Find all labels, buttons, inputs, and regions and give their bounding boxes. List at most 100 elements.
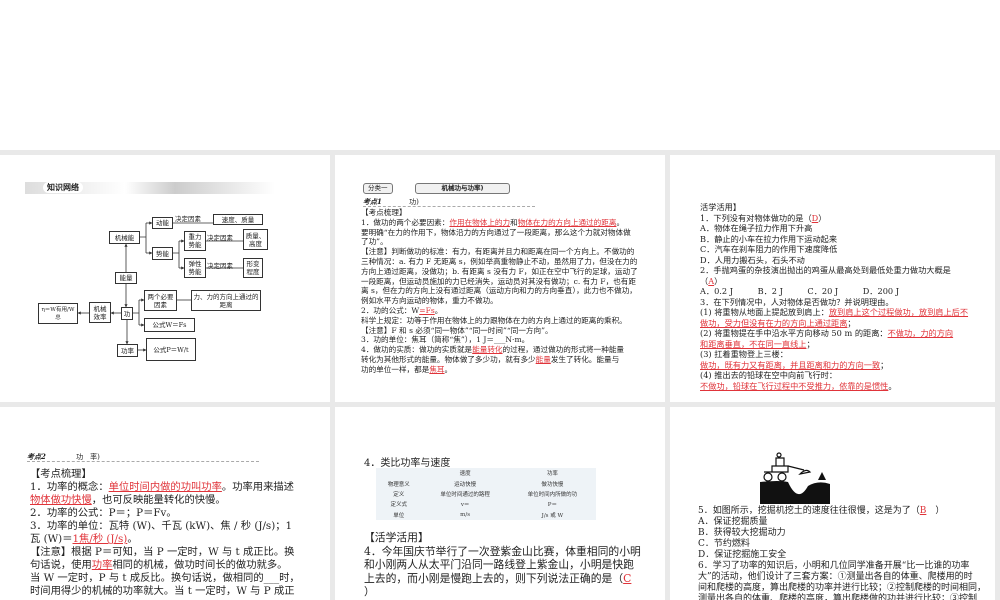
text-line: 1．下列没有对物体做功的是（D） xyxy=(700,213,968,224)
node-deformation: 形变程度 xyxy=(243,258,263,278)
text-segment: 一段距离，但运动员施加的力已经消失，运动员对其没有做功；c. 有力 F，也有距 xyxy=(361,276,636,286)
topic-heading: 考点2 功 率) xyxy=(27,452,259,462)
topic-number: 考点2 xyxy=(27,452,46,461)
table-cell: 速度 xyxy=(459,471,471,478)
answer-text: 做功，既有力又有距离，并且距离和力的方向一致 xyxy=(700,359,881,370)
text-line: 要明确“在力的作用下，物体沿力的方向通过了一段距离，那么这个力就对物体做 xyxy=(361,228,638,238)
text-line: 【考点梳理】 xyxy=(30,468,300,481)
text-segment: 3．在下列情况中，人对物体是否做功？并说明理由。 xyxy=(700,296,894,307)
text-segment: ） xyxy=(818,212,827,223)
text-line: A．物体在绳子拉力作用下升高 xyxy=(700,223,968,234)
text-segment: 6．学习了功率的知识后，小明和几位同学准备开展“比一比谁的功率 xyxy=(698,561,970,571)
answer-text: 能量转化 xyxy=(472,345,503,355)
table-cell: v＝ xyxy=(460,502,470,509)
answer-text: 功率 xyxy=(91,559,113,571)
text-line: 2．手抛鸡蛋的杂技演出抛出的鸡蛋从最高处到最低处重力做功大概是 xyxy=(700,265,968,276)
text-segment: 发生了转化。能量与 xyxy=(550,354,620,364)
topic-title: 功 率) xyxy=(76,453,100,461)
text-line: 做功，既有力又有距离，并且距离和力的方向一致； xyxy=(700,360,968,371)
text-segment: 。 xyxy=(616,217,625,227)
text-segment: C．节约燃料 xyxy=(698,539,750,549)
answer-text: 单位时间内做的功叫功率 xyxy=(108,481,222,493)
text-segment: 【考点梳理】 xyxy=(30,468,92,480)
slide-thumbnail-power[interactable]: 考点2 功 率) 【考点梳理】 1．功率的概念：单位时间内做的功叫功率。功率用来描… xyxy=(0,407,330,600)
text-line: 三种情况：a. 有力 F 无距离 s，例如举高重物静止不动，虽然用了力，但没在力… xyxy=(361,257,638,267)
text-segment: 句话说，使用 xyxy=(30,559,92,571)
text-line: 3．在下列情况中，人对物体是否做功？并说明理由。 xyxy=(700,297,968,308)
slide-subtitle: 4．类比功率与速度 xyxy=(364,458,451,469)
text-line: 了功”。 xyxy=(361,237,638,247)
text-segment: 4．今年国庆节举行了一次登紫金山比赛，体重相同的小明 xyxy=(364,544,641,558)
text-line: D．人用力搬石头，石头不动 xyxy=(700,255,968,266)
node-kinetic-energy: 动能 xyxy=(152,217,173,229)
text-line: 当 W 一定时，P 与 t 成反比。换句话说，做相同的___时， xyxy=(30,572,300,585)
text-segment: 1．下列没有对物体做功的是（ xyxy=(700,212,812,223)
table-row: 定义 单位时间通过的路程 单位时间内所做的功 xyxy=(376,489,596,499)
text-segment: 。 xyxy=(434,305,443,315)
slide-thumbnail-excavator[interactable]: 5．如图所示，挖掘机挖土的速度往往很慢，这是为了（B ） A．保证挖掘质量 B．获得… xyxy=(670,407,995,600)
answer-text: =Fs xyxy=(419,305,435,315)
node-force-distance: 力、力的方向上通过的距离 xyxy=(191,290,261,311)
text-line: ） xyxy=(364,585,641,599)
text-segment: A．物体在绳子拉力作用下升高 xyxy=(700,223,813,233)
answer-text: 不做功，铅球在飞行过程中不受推力，依靠的是惯性 xyxy=(700,380,889,391)
text-segment: 。 xyxy=(444,364,453,374)
text-line: 时间用得少的机械的功率就大。当 t 一定时，W 与 P 成正 xyxy=(30,585,300,598)
text-line: 4．今年国庆节举行了一次登紫金山比赛，体重相同的小明 xyxy=(364,545,641,559)
node-energy: 能量 xyxy=(115,272,137,284)
text-segment: 大”的活动，他们设计了三套方案：①测量出各自的体重、爬楼用的时 xyxy=(698,572,973,582)
text-line: 方向上通过距离，没做功；b. 有距离 s 没有力 F，如正在空中飞行的足球，运动… xyxy=(361,267,638,277)
text-segment: (1) 将重物从地面上提起放到肩上： xyxy=(700,307,829,317)
text-segment: 2．功的公式：W xyxy=(361,305,420,315)
answer-text: 做功，受力但没有在力的方向上通过距离 xyxy=(700,317,848,328)
node-efficiency: 机械效率 xyxy=(89,302,111,323)
text-line: 和小刚两人从太平门沿同一路线登上紫金山，小明是快跑 xyxy=(364,558,641,572)
text-segment: ； xyxy=(806,338,815,349)
slide-thumbnail-practice[interactable]: 活学活用】 1．下列没有对物体做功的是（D） A．物体在绳子拉力作用下升高 B．静止的… xyxy=(670,155,995,402)
text-line: 大”的活动，他们设计了三套方案：①测量出各自的体重、爬楼用的时 xyxy=(698,572,986,583)
text-line: 【考点梳理】 xyxy=(361,208,638,218)
table-cell: m/s xyxy=(460,511,471,518)
text-segment: 和小刚两人从太平门沿同一路线登上紫金山，小明是快跑 xyxy=(364,558,634,571)
answer-text: 放到肩上这个过程做功，放到肩上后不 xyxy=(828,307,969,317)
node-work-formula: 公式W＝Fs xyxy=(144,318,195,332)
comparison-table: 速度 功率 物理意义 运动快慢 做功快慢 定义 单位时间通过的路程 单位时间内所做的功 定义式 v… xyxy=(376,468,596,520)
text-segment: 转化为其他形式的能量。物体做了多少功，就有多少 xyxy=(361,354,536,364)
slide-thumbnail-work[interactable]: 分类一 机械功与功率) 考点1 功) 【考点梳理】 1．做功的两个必要因素：作用在… xyxy=(335,155,665,402)
text-segment: 【注意】根据 P＝可知，当 P 一定时，W 与 t 成正比。换 xyxy=(30,546,295,558)
slide-thumbnail-power-vs-speed[interactable]: 4．类比功率与速度 速度 功率 物理意义 运动快慢 做功快慢 定义 单位时间通过的路程 单位时… xyxy=(335,407,665,600)
text-segment: B．静止的小车在拉力作用下运动起来 xyxy=(700,233,838,244)
slide-thumbnail-knowledge-network[interactable]: 知识网络 动能 决定因素 速度、质量 机械能 重力势能 决定因素 质量、高度 势… xyxy=(0,155,330,402)
text-line: 3．功的单位：焦耳（简称“焦”），1 J＝___N·m。 xyxy=(361,335,638,345)
text-segment: 。 xyxy=(888,380,897,391)
text-segment: 和 xyxy=(510,217,518,227)
topic-heading: 考点1 功) xyxy=(363,197,535,207)
text-line: 句话说，使用功率相同的机械，做功时间长的做功就多。 xyxy=(30,559,300,572)
text-segment: 3．功的单位：焦耳（简称“焦”），1 J＝___N·m。 xyxy=(361,335,530,345)
text-segment: 科学上规定：功等于作用在物体上的力跟物体在力的方向上通过的距离的乘积。 xyxy=(361,315,627,325)
text-segment: 【注意】判断做功的标准：有力，有距离并且力和距离在同一个方向上。不做功的 xyxy=(361,247,635,257)
text-segment: ； xyxy=(847,317,856,328)
text-line: (2) 将重物提在手中沿水平方向移动 50 m 的距离：不做功，力的方向 xyxy=(700,328,968,339)
text-segment: 。 xyxy=(127,533,138,545)
table-header-row: 速度 功率 xyxy=(376,468,596,478)
text-line: 上去的，而小刚是慢跑上去的，则下列说法正确的是（C xyxy=(364,572,641,586)
text-segment: （ xyxy=(700,275,709,286)
text-line: 1．做功的两个必要因素：作用在物体上的力和物体在力的方向上通过的距离。 xyxy=(361,218,638,228)
node-power: 功率 xyxy=(117,344,138,357)
text-segment: 【活学活用】 xyxy=(364,531,429,544)
text-segment: 瓦 (W)＝ xyxy=(30,533,73,545)
text-line: (1) 将重物从地面上提起放到肩上：放到肩上这个过程做功，放到肩上后不 xyxy=(700,307,968,318)
text-segment: 2．手抛鸡蛋的杂技演出抛出的鸡蛋从最高处到最低处重力做功大概是 xyxy=(700,265,951,275)
node-work: 功 xyxy=(121,307,133,320)
text-line: B．静止的小车在拉力作用下运动起来 xyxy=(700,234,968,245)
text-segment: 【注意】F 和 s 必须“同一物体”“同一时间”“同一方向”。 xyxy=(361,325,553,335)
label-determining-factor: 决定因素 xyxy=(175,215,201,223)
text-line: 离 s，但在力的方向上没有通过距离（运动方向和力的方向垂直），此力也不做功， xyxy=(361,286,638,296)
text-line: (4) 推出去的铅球在空中向前飞行时： xyxy=(700,370,968,381)
slide-text: 【考点梳理】 1．功率的概念：单位时间内做的功叫功率。功率用来描述 物体做功快慢，也… xyxy=(30,468,300,598)
text-segment: A．保证挖掘质量 xyxy=(698,517,768,527)
right-scroll-edge xyxy=(995,155,1000,600)
text-segment: (2) 将重物提在手中沿水平方向移动 50 m 的距离： xyxy=(700,328,888,338)
text-segment: 时间用得少的机械的功率就大。当 t 一定时，W 与 P 成正 xyxy=(30,585,295,597)
